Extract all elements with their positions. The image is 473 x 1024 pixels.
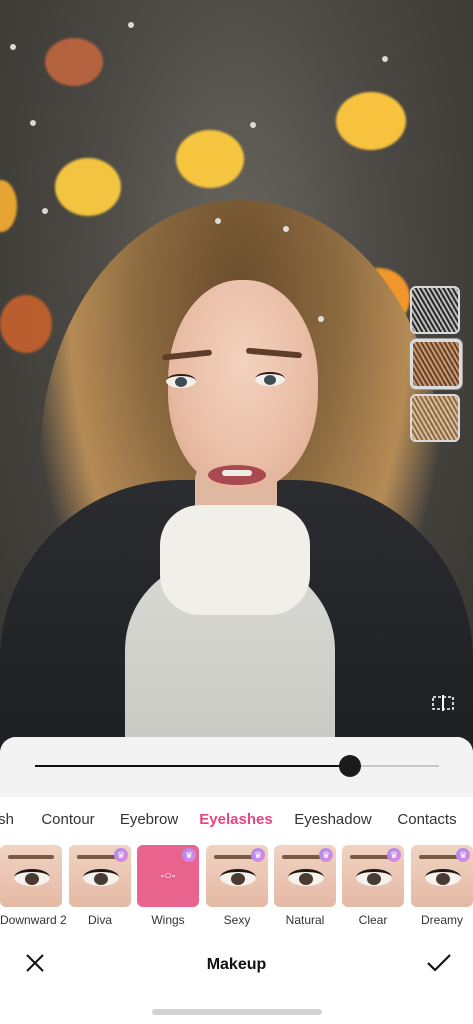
turtleneck [160, 505, 310, 615]
style-thumbnail: ♛ [206, 845, 268, 907]
left-eye [166, 374, 196, 388]
intensity-slider-thumb[interactable] [339, 755, 362, 777]
bokeh-light [176, 130, 244, 188]
bokeh-light [336, 92, 406, 150]
thumbnail-eyebrow [8, 855, 54, 859]
snowflake [30, 120, 36, 126]
bokeh-light [45, 38, 103, 86]
style-label: Wings [151, 913, 185, 927]
eyelash-style-natural[interactable]: ♛ Natural [274, 845, 336, 927]
compare-icon[interactable] [430, 694, 456, 714]
snowflake [382, 56, 388, 62]
snowflake [215, 218, 221, 224]
tab-eyeshadow[interactable]: Eyeshadow [294, 811, 372, 828]
snowflake [128, 22, 134, 28]
tab-eyebrow[interactable]: Eyebrow [120, 811, 178, 828]
home-indicator[interactable] [152, 1009, 322, 1015]
style-thumbnail: -○- ♛ [137, 845, 199, 907]
style-label: Natural [285, 913, 325, 927]
bokeh-light [0, 180, 17, 232]
thumbnail-eye [220, 869, 256, 886]
right-eye [255, 372, 285, 386]
tab-contacts[interactable]: Contacts [397, 811, 456, 828]
crown-badge-icon: ♛ [182, 848, 196, 862]
eyelash-style-sexy[interactable]: ♛ Sexy [206, 845, 268, 927]
adjust-icon[interactable]: -○- [153, 869, 183, 881]
bottom-action-bar: Makeup [0, 944, 473, 984]
confirm-button[interactable] [426, 952, 452, 974]
page-title: Makeup [206, 956, 267, 973]
crown-badge-icon: ♛ [456, 848, 470, 862]
tab-contour[interactable]: Contour [41, 811, 94, 828]
eyelash-style-diva[interactable]: ♛ Diva [69, 845, 131, 927]
makeup-category-tabs: sh Contour Eyebrow Eyelashes Eyeshadow Contac… [0, 811, 473, 835]
checkmark-icon [427, 954, 451, 972]
style-thumbnail: ♛ [274, 845, 336, 907]
style-label: Sexy [223, 913, 251, 927]
style-label: Dreamy [420, 913, 463, 927]
intensity-slider-track[interactable] [35, 755, 439, 777]
thumbnail-eye [14, 869, 50, 886]
intensity-slider-area [0, 737, 473, 797]
thumbnail-eye [425, 869, 461, 886]
snowflake [318, 316, 324, 322]
style-thumbnail: ♛ [411, 845, 473, 907]
intensity-slider-fill [35, 765, 351, 767]
snowflake [283, 226, 289, 232]
eyelash-style-clear[interactable]: ♛ Clear [342, 845, 404, 927]
eyelash-style-downward-2[interactable]: Downward 2 [0, 845, 67, 927]
tab-eyelashes[interactable]: Eyelashes [199, 811, 272, 828]
snowflake [42, 208, 48, 214]
style-label: Clear [358, 913, 388, 927]
style-thumbnail: ♛ [69, 845, 131, 907]
crown-badge-icon: ♛ [251, 848, 265, 862]
makeup-panel: sh Contour Eyebrow Eyelashes Eyeshadow Contac… [0, 737, 473, 1024]
snowflake [10, 44, 16, 50]
thumbnail-eye [356, 869, 392, 886]
eyelash-style-wings[interactable]: -○- ♛ Wings [137, 845, 199, 927]
crown-badge-icon: ♛ [114, 848, 128, 862]
crown-badge-icon: ♛ [319, 848, 333, 862]
style-label: Downward 2 [0, 913, 67, 927]
black-lash-swatch[interactable] [410, 286, 460, 334]
style-thumbnail [0, 845, 62, 907]
crown-badge-icon: ♛ [387, 848, 401, 862]
snowflake [250, 122, 256, 128]
teeth [222, 470, 252, 476]
eyelash-style-dreamy[interactable]: ♛ Dreamy [411, 845, 473, 927]
thumbnail-eye [288, 869, 324, 886]
style-thumbnail: ♛ [342, 845, 404, 907]
style-label: Diva [87, 913, 112, 927]
brown-lash-swatch[interactable] [410, 339, 462, 389]
light-brown-lash-swatch[interactable] [410, 394, 460, 442]
thumbnail-eye [83, 869, 119, 886]
bokeh-light [55, 158, 121, 216]
tab-sh[interactable]: sh [0, 811, 14, 828]
eyelash-styles-list: Downward 2 ♛ Diva -○- ♛ Wings ♛ Sexy ♛ Natural ♛ Cl… [0, 845, 473, 935]
bokeh-light [0, 295, 52, 353]
photo-canvas[interactable] [0, 0, 473, 760]
